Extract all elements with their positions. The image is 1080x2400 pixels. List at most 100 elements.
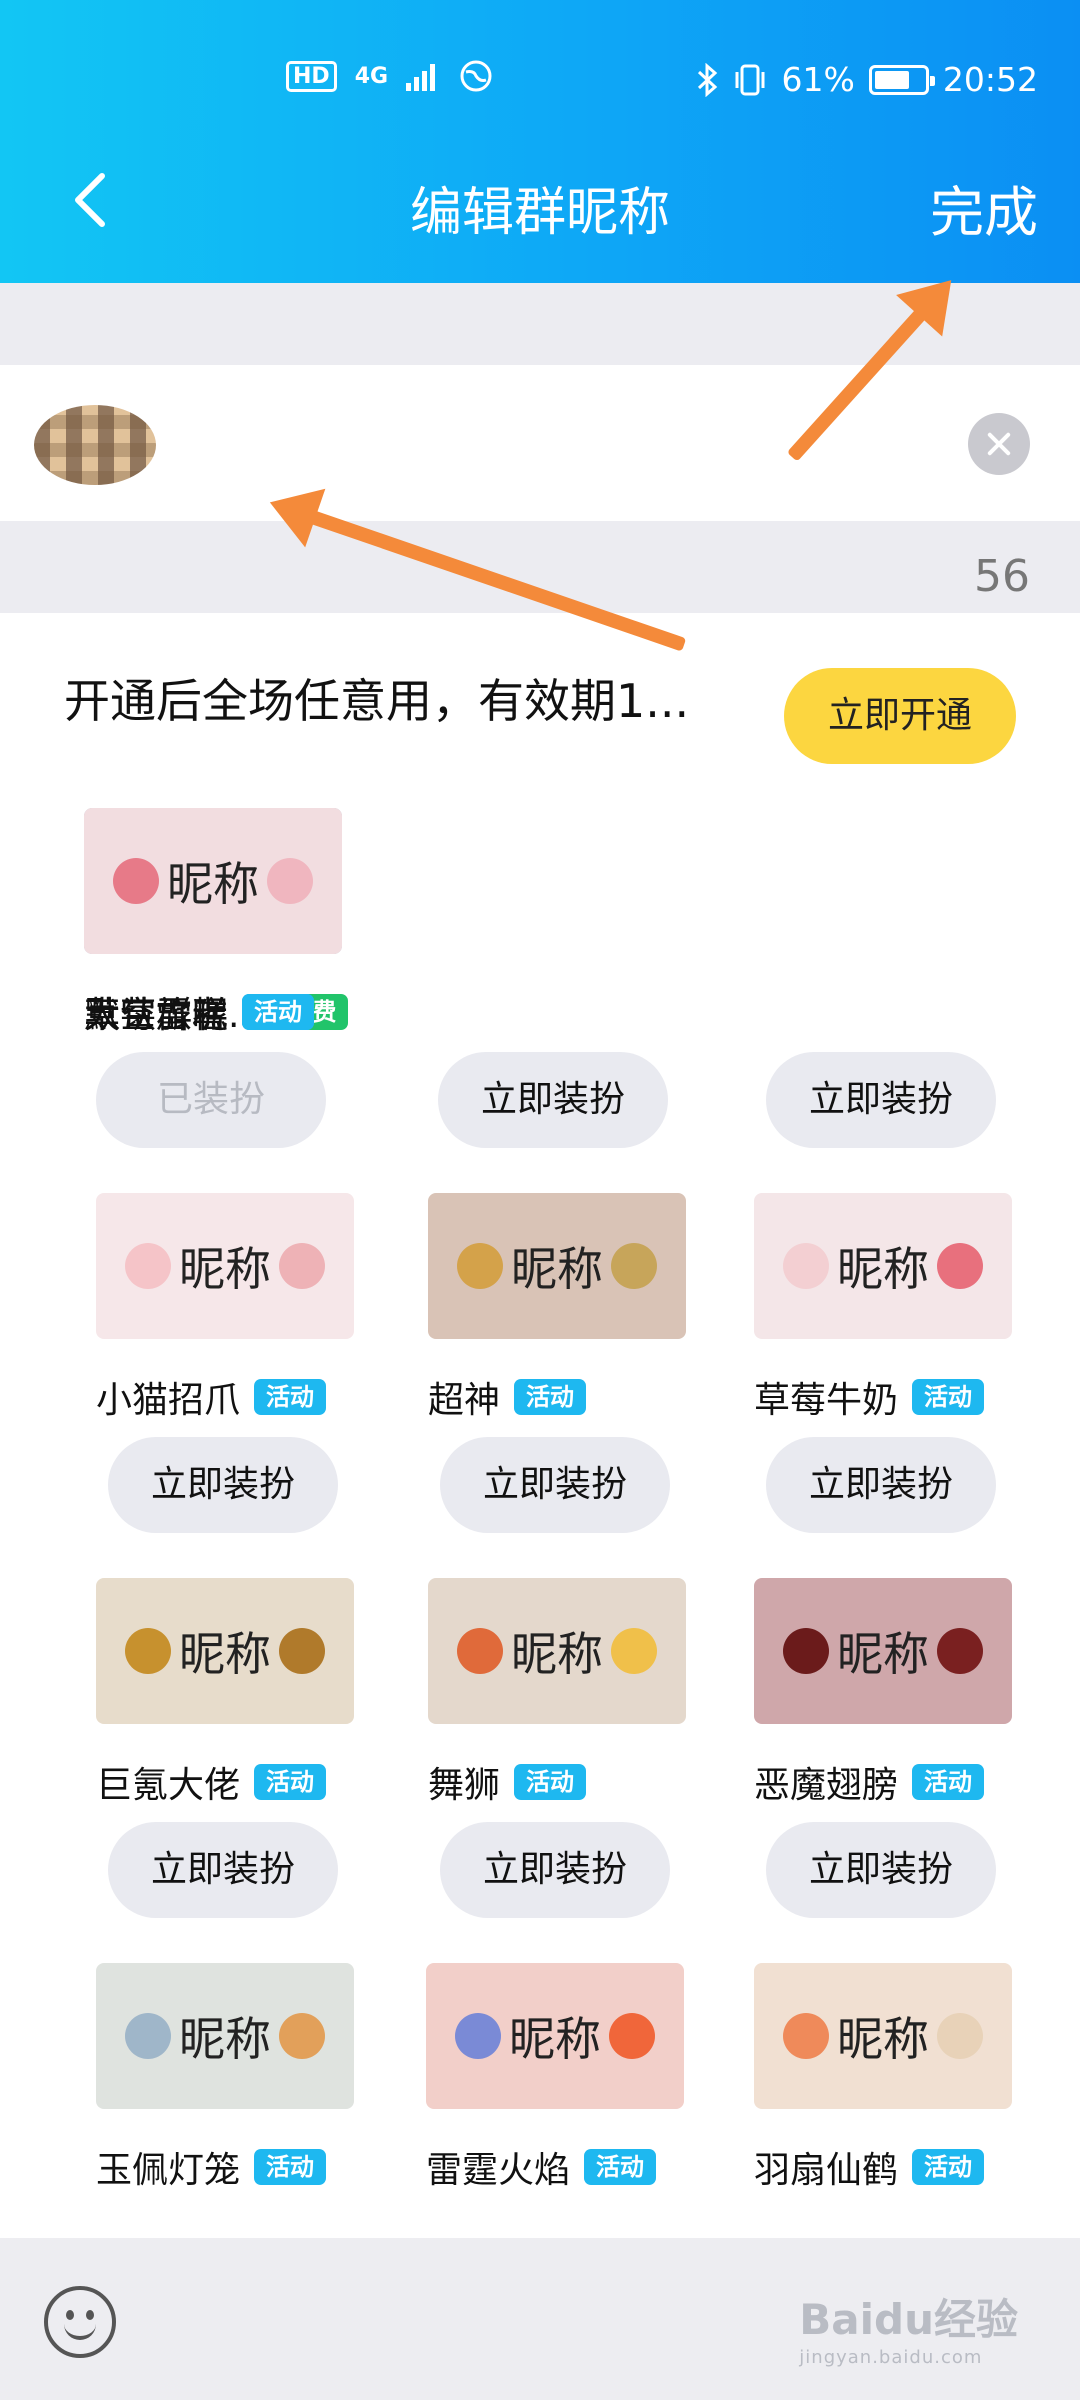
decoration-icon: [611, 1628, 657, 1674]
style-name: 玉佩灯笼: [96, 2150, 241, 2191]
decoration-icon: [125, 1243, 171, 1289]
style-name-row: 雷霆火焰 活动: [426, 2141, 657, 2193]
style-preview-card[interactable]: 昵称: [428, 1578, 686, 1724]
style-preview-card[interactable]: 昵称: [428, 1193, 686, 1339]
watermark-brand: Baidu经验: [799, 2295, 1018, 2344]
hd-icon: HD: [286, 60, 337, 92]
style-name-row: 羽扇仙鹤 活动: [754, 2141, 985, 2193]
style-tag-badge: 活动: [514, 1764, 587, 1800]
style-preview-text: 昵称: [511, 1242, 603, 1296]
style-tag-badge: 活动: [242, 994, 315, 1030]
style-name: 草莓牛奶: [754, 1380, 899, 1421]
baidu-watermark: Baidu经验 jingyan.baidu.com: [799, 2286, 1018, 2368]
bottom-bar: Baidu经验 jingyan.baidu.com: [0, 2238, 1080, 2400]
status-left-icons: HD 4G: [286, 60, 492, 92]
style-tag-badge: 活动: [514, 1379, 587, 1415]
decoration-icon: [279, 1243, 325, 1289]
style-preview-text: 昵称: [837, 2012, 929, 2066]
decoration-icon: [937, 1628, 983, 1674]
style-name-row: 玉佩灯笼 活动: [96, 2141, 327, 2193]
apply-style-button[interactable]: 立即装扮: [108, 1822, 338, 1918]
decoration-icon: [783, 1243, 829, 1289]
style-name-row: 超神 活动: [428, 1371, 587, 1423]
style-preview-card[interactable]: 昵称: [96, 1193, 354, 1339]
decoration-icon: [457, 1243, 503, 1289]
char-count: 56: [974, 551, 1030, 602]
vibrate-icon: [735, 64, 765, 95]
style-preview-text: 昵称: [837, 1242, 929, 1296]
style-name: 雷霆火焰: [426, 2150, 571, 2191]
style-name-row: 恶魔翅膀 活动: [754, 1756, 985, 1808]
apply-style-button[interactable]: 立即装扮: [766, 1822, 996, 1918]
apply-style-button[interactable]: 立即装扮: [108, 1437, 338, 1533]
clear-icon[interactable]: [968, 413, 1030, 475]
decoration-icon: [457, 1628, 503, 1674]
decoration-icon: [125, 2013, 171, 2059]
status-right-icons: 61% 20:52: [696, 60, 1038, 99]
style-preview-text: 昵称: [167, 857, 259, 911]
apply-style-button[interactable]: 立即装扮: [438, 1052, 668, 1148]
style-preview-card[interactable]: 昵称: [426, 1963, 684, 2109]
style-tag-badge: 活动: [254, 1379, 327, 1415]
style-preview-card[interactable]: 昵称: [754, 1578, 1012, 1724]
page-title: 编辑群昵称: [409, 183, 670, 243]
style-name-row: 小猫招爪 活动: [96, 1371, 327, 1423]
style-name: 羽扇仙鹤: [754, 2150, 899, 2191]
apply-style-button[interactable]: 立即装扮: [766, 1437, 996, 1533]
emoji-icon[interactable]: [44, 2286, 116, 2358]
status-bar: HD 4G 61% 20:52: [0, 52, 1080, 102]
decoration-icon: [279, 2013, 325, 2059]
signal-bars-icon: [406, 64, 436, 91]
blurred-nickname: [34, 405, 156, 485]
style-preview-card[interactable]: 昵称: [754, 1963, 1012, 2109]
style-name: 小猫招爪: [96, 1380, 241, 1421]
decoration-icon: [279, 1628, 325, 1674]
style-name: 舞狮: [428, 1765, 501, 1806]
decoration-icon: [267, 858, 313, 904]
globe-icon: [460, 60, 492, 92]
decoration-icon: [609, 2013, 655, 2059]
battery-percent: 61%: [781, 60, 855, 99]
style-preview-text: 昵称: [179, 2012, 271, 2066]
style-tag-badge: 活动: [912, 2149, 985, 2185]
style-tag-badge: 活动: [584, 2149, 657, 2185]
signal-icon: 4G: [354, 63, 389, 89]
style-name-row: 舞狮 活动: [428, 1756, 587, 1808]
style-preview-card[interactable]: 昵称: [84, 808, 342, 954]
style-name-row: 草莓牛奶 活动: [754, 1371, 985, 1423]
style-name: 草莓雪糕: [84, 995, 229, 1036]
apply-style-button[interactable]: 立即装扮: [440, 1437, 670, 1533]
decoration-icon: [611, 1243, 657, 1289]
nickname-input[interactable]: [0, 365, 1080, 521]
style-preview-text: 昵称: [179, 1242, 271, 1296]
style-tag-badge: 活动: [254, 2149, 327, 2185]
decoration-icon: [125, 1628, 171, 1674]
battery-icon: [868, 64, 935, 95]
promo-text: 开通后全场任意用，有效期1...: [64, 674, 690, 728]
style-preview-text: 昵称: [511, 1627, 603, 1681]
style-tag-badge: 活动: [912, 1379, 985, 1415]
style-name-row: 巨氪大佬 活动: [96, 1756, 327, 1808]
applied-button[interactable]: 已装扮: [96, 1052, 326, 1148]
style-name: 巨氪大佬: [96, 1765, 241, 1806]
decoration-icon: [783, 1628, 829, 1674]
style-preview-card[interactable]: 昵称: [96, 1963, 354, 2109]
style-preview-card[interactable]: 昵称: [754, 1193, 1012, 1339]
decoration-icon: [937, 2013, 983, 2059]
watermark-url: jingyan.baidu.com: [799, 2347, 983, 2368]
style-name-row: 草莓雪糕 活动: [84, 986, 315, 1038]
decoration-icon: [455, 2013, 501, 2059]
style-preview-card[interactable]: 昵称: [96, 1578, 354, 1724]
style-name: 超神: [428, 1380, 501, 1421]
style-tag-badge: 活动: [254, 1764, 327, 1800]
bluetooth-icon: [697, 62, 717, 97]
done-button[interactable]: 完成: [930, 168, 1038, 247]
apply-style-button[interactable]: 立即装扮: [766, 1052, 996, 1148]
style-preview-text: 昵称: [179, 1627, 271, 1681]
decoration-icon: [783, 2013, 829, 2059]
apply-style-button[interactable]: 立即装扮: [440, 1822, 670, 1918]
open-membership-button[interactable]: 立即开通: [784, 668, 1016, 764]
style-tag-badge: 活动: [912, 1764, 985, 1800]
style-preview-text: 昵称: [509, 2012, 601, 2066]
style-name: 恶魔翅膀: [754, 1765, 899, 1806]
